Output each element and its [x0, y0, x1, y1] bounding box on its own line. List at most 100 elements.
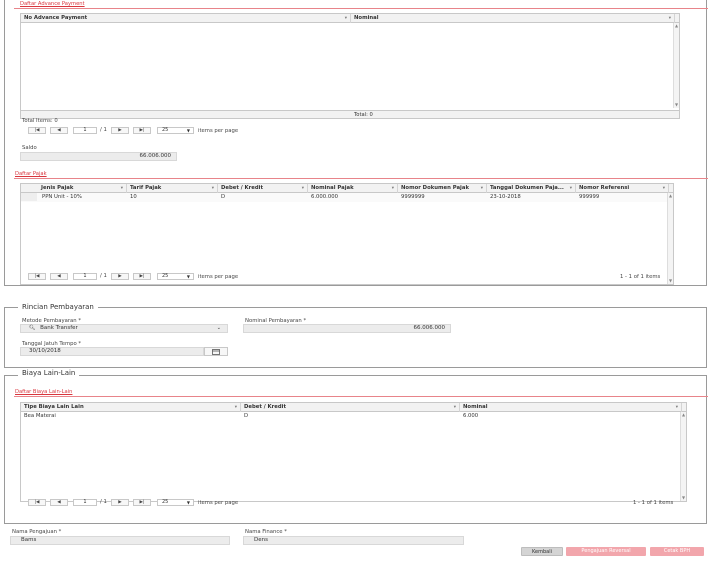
metode-select[interactable]: 🔍︎ Bank Transfer ⌄ [20, 324, 228, 333]
pager-prev-button[interactable]: ◀ [50, 127, 68, 134]
col-tipe-biaya[interactable]: Tipe Biaya Lain Lain ▾ [21, 403, 241, 412]
row-select-cell[interactable] [21, 193, 37, 201]
column-menu-icon[interactable]: ▾ [570, 184, 572, 193]
column-menu-icon[interactable]: ▾ [392, 184, 394, 193]
column-menu-icon[interactable]: ▾ [235, 403, 237, 412]
biaya-scrollbar[interactable]: ▲ ▼ [680, 412, 686, 501]
saldo-label: Saldo [22, 145, 37, 151]
cell-nominal-pajak: 6.000.000 [311, 194, 338, 200]
rincian-title: Rincian Pembayaran [18, 303, 98, 311]
chevron-down-icon: ▼ [186, 274, 190, 279]
nominal-pembayaran-field: 66.006.000 [243, 324, 451, 333]
chevron-down-icon: ▼ [186, 128, 190, 133]
pager-page-input[interactable]: 1 [73, 499, 97, 506]
column-menu-icon[interactable]: ▾ [212, 184, 214, 193]
pager-items-per-page: items per page [198, 274, 239, 280]
chevron-down-icon: ⌄ [216, 325, 221, 331]
biaya-grid-header: Tipe Biaya Lain Lain ▾ Debet / Kredit ▾ No… [21, 403, 686, 412]
col-tanggal-dokumen[interactable]: Tanggal Dokumen Paja... ▾ [487, 184, 576, 193]
pager-size-select[interactable]: 25 ▼ [157, 127, 194, 134]
cell-debet-kredit: D [221, 194, 226, 200]
column-menu-icon[interactable]: ▾ [302, 184, 304, 193]
biaya-title: Biaya Lain-Lain [18, 369, 80, 377]
table-row[interactable]: PPN Unit - 10% 10 D 6.000.000 9999999 23… [21, 193, 667, 202]
col-nomor-referensi[interactable]: Nomor Referensi ▾ [576, 184, 669, 193]
pajak-scrollbar[interactable]: ▲ ▼ [667, 193, 673, 284]
col-tarif-pajak[interactable]: Tarif Pajak ▾ [127, 184, 218, 193]
cell-nomor-referensi: 999999 [579, 194, 600, 200]
pager-items-per-page: items per page [198, 500, 239, 506]
biaya-grid: Tipe Biaya Lain Lain ▾ Debet / Kredit ▾ No… [20, 402, 687, 502]
advance-total-items: Total Items: 0 [22, 118, 58, 124]
col-nominal-pajak[interactable]: Nominal Pajak ▾ [308, 184, 398, 193]
advance-scrollbar[interactable]: ▲ ▼ [673, 23, 679, 108]
chevron-down-icon: ▼ [186, 500, 190, 505]
kembali-button[interactable]: Kembali [521, 547, 563, 556]
tanggal-field[interactable]: 30/10/2018 [20, 347, 204, 356]
cell-nomor-dokumen: 9999999 [401, 194, 425, 200]
calendar-button[interactable] [204, 347, 228, 356]
cetak-bph-button[interactable]: Cetak BPH [650, 547, 704, 556]
cell-debet-kredit: D [244, 413, 249, 419]
search-icon: 🔍︎ [29, 325, 36, 331]
pajak-grid: Jenis Pajak ▾ Tarif Pajak ▾ Debet / Kredit… [20, 183, 674, 285]
advance-title: Daftar Advance Payment [20, 1, 85, 7]
pager-of: / 1 [100, 273, 107, 279]
cell-jenis-pajak: PPN Unit - 10% [42, 194, 82, 200]
biaya-subtitle: Daftar Biaya Lain-Lain [15, 389, 73, 395]
col-nominal[interactable]: Nominal ▾ [460, 403, 682, 412]
advance-total: Total: 0 [354, 112, 373, 118]
advance-divider [14, 8, 708, 9]
column-menu-icon[interactable]: ▾ [481, 184, 483, 193]
col-debet-kredit[interactable]: Debet / Kredit ▾ [241, 403, 460, 412]
cell-nominal: 6.000 [463, 413, 479, 419]
pajak-title: Daftar Pajak [15, 171, 47, 177]
table-row[interactable]: Bea Materai D 6.000 [21, 412, 680, 421]
pager-next-button[interactable]: ▶ [111, 499, 129, 506]
column-menu-icon[interactable]: ▾ [454, 403, 456, 412]
pager-size-select[interactable]: 25 ▼ [157, 273, 194, 280]
pager-next-button[interactable]: ▶ [111, 127, 129, 134]
column-menu-icon[interactable]: ▾ [345, 14, 347, 23]
advance-grid-header: No Advance Payment ▾ Nominal ▾ [21, 14, 679, 23]
pengajuan-field: Bams [10, 536, 230, 545]
col-no-advance[interactable]: No Advance Payment ▾ [21, 14, 351, 23]
pager-last-button[interactable]: ▶| [133, 273, 151, 280]
column-menu-icon[interactable]: ▾ [669, 14, 671, 23]
pager-next-button[interactable]: ▶ [111, 273, 129, 280]
pajak-grid-header: Jenis Pajak ▾ Tarif Pajak ▾ Debet / Kredit… [21, 184, 673, 193]
biaya-divider [14, 396, 708, 397]
col-nominal[interactable]: Nominal ▾ [351, 14, 675, 23]
advance-grid: No Advance Payment ▾ Nominal ▾ ▲ ▼ Total: 0 [20, 13, 680, 119]
pajak-divider [14, 178, 708, 179]
cell-tanggal-dokumen: 23-10-2018 [490, 194, 521, 200]
column-menu-icon[interactable]: ▾ [663, 184, 665, 193]
pager-summary: 1 - 1 of 1 items [633, 500, 674, 506]
column-menu-icon[interactable]: ▾ [676, 403, 678, 412]
col-nomor-dokumen[interactable]: Nomor Dokumen Pajak ▾ [398, 184, 487, 193]
advance-footer-row: Total: 0 [21, 110, 679, 118]
cell-tipe-biaya: Bea Materai [24, 413, 56, 419]
pager-prev-button[interactable]: ◀ [50, 499, 68, 506]
cell-tarif-pajak: 10 [130, 194, 137, 200]
col-jenis-pajak[interactable]: Jenis Pajak ▾ [21, 184, 127, 193]
calendar-icon [212, 349, 220, 355]
col-debet-kredit[interactable]: Debet / Kredit ▾ [218, 184, 308, 193]
pager-last-button[interactable]: ▶| [133, 127, 151, 134]
pager-page-input[interactable]: 1 [73, 127, 97, 134]
pager-first-button[interactable]: |◀ [28, 127, 46, 134]
pager-last-button[interactable]: ▶| [133, 499, 151, 506]
finance-field: Dens [243, 536, 464, 545]
pengajuan-reversal-button[interactable]: Pengajuan Reversal [566, 547, 646, 556]
pager-first-button[interactable]: |◀ [28, 273, 46, 280]
pager-of: / 1 [100, 127, 107, 133]
pager-summary: 1 - 1 of 1 items [620, 274, 661, 280]
pager-first-button[interactable]: |◀ [28, 499, 46, 506]
pager-page-input[interactable]: 1 [73, 273, 97, 280]
pager-prev-button[interactable]: ◀ [50, 273, 68, 280]
rincian-panel [4, 307, 707, 368]
pager-size-select[interactable]: 25 ▼ [157, 499, 194, 506]
pager-of: / 1 [100, 499, 107, 505]
pengajuan-label: Nama Pengajuan * [12, 529, 62, 535]
column-menu-icon[interactable]: ▾ [121, 184, 123, 193]
